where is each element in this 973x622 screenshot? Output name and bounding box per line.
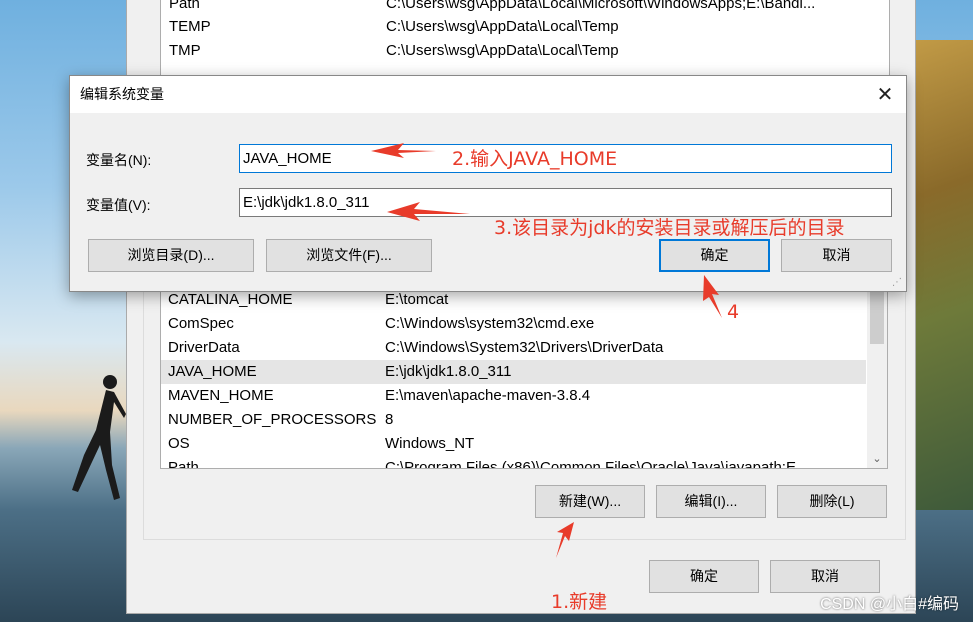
variable-value: C:\Users\wsg\AppData\Local\Temp	[386, 18, 619, 35]
user-variables-list[interactable]: Path C:\Users\wsg\AppData\Local\Microsof…	[160, 0, 890, 76]
variable-value: 8	[385, 411, 394, 428]
variable-value: C:\Windows\System32\Drivers\DriverData	[385, 339, 664, 356]
variable-value: Windows_NT	[385, 435, 475, 452]
variable-value: C:\Users\wsg\AppData\Local\Microsoft\Win…	[386, 0, 816, 12]
browse-file-button[interactable]: 浏览文件(F)...	[266, 239, 432, 272]
variable-name: JAVA_HOME	[168, 363, 257, 380]
edit-system-variable-dialog: 编辑系统变量 ✕ 变量名(N): JAVA_HOME 变量值(V): E:\jd…	[69, 75, 907, 292]
variable-name: Path	[169, 0, 200, 12]
edit-variable-button[interactable]: 编辑(I)...	[656, 485, 766, 518]
edit-ok-button[interactable]: 确定	[659, 239, 770, 272]
dialog-title: 编辑系统变量	[80, 86, 164, 102]
variable-value: C:\Users\wsg\AppData\Local\Temp	[386, 42, 619, 59]
annotation-step4: 4	[727, 301, 740, 323]
close-icon[interactable]: ✕	[870, 80, 900, 110]
annotation-step1: 1.新建	[551, 591, 608, 613]
system-variables-list[interactable]: CATALINA_HOME E:\tomcat ComSpec C:\Windo…	[160, 285, 888, 469]
list-item-selected[interactable]: JAVA_HOME E:\jdk\jdk1.8.0_311	[161, 360, 866, 384]
cancel-button[interactable]: 取消	[770, 560, 880, 593]
variable-value: E:\maven\apache-maven-3.8.4	[385, 387, 591, 404]
browse-directory-button[interactable]: 浏览目录(D)...	[88, 239, 254, 272]
variable-value: C:\Program Files (x86)\Common Files\Orac…	[385, 459, 809, 469]
delete-variable-button[interactable]: 删除(L)	[777, 485, 887, 518]
variable-name: Path	[168, 459, 199, 469]
watermark: CSDN @小白#编码	[820, 596, 959, 613]
resize-grip-icon[interactable]: ⋰	[892, 277, 904, 289]
variable-name: OS	[168, 435, 190, 452]
scroll-down-icon[interactable]: ⌄	[870, 452, 884, 466]
annotation-step3: 3.该目录为jdk的安装目录或解压后的目录	[494, 217, 845, 239]
variable-name: ComSpec	[168, 315, 234, 332]
variable-name: TMP	[169, 42, 201, 59]
variable-name: DriverData	[168, 339, 240, 356]
variable-value: E:\jdk\jdk1.8.0_311	[385, 363, 512, 380]
variable-name-label: 变量名(N):	[86, 152, 152, 168]
edit-cancel-button[interactable]: 取消	[781, 239, 892, 272]
scrollbar-thumb[interactable]	[870, 286, 884, 344]
dialog-titlebar[interactable]: 编辑系统变量 ✕	[70, 76, 906, 113]
annotation-step2: 2.输入JAVA_HOME	[452, 148, 618, 170]
variable-value: C:\Windows\system32\cmd.exe	[385, 315, 595, 332]
variable-name: TEMP	[169, 18, 211, 35]
ok-button[interactable]: 确定	[649, 560, 759, 593]
vertical-scrollbar[interactable]: ⌄	[867, 286, 887, 468]
variable-name: NUMBER_OF_PROCESSORS	[168, 411, 377, 428]
variable-name: MAVEN_HOME	[168, 387, 274, 404]
variable-value-label: 变量值(V):	[86, 197, 151, 213]
new-variable-button[interactable]: 新建(W)...	[535, 485, 645, 518]
runner-silhouette	[72, 375, 126, 500]
